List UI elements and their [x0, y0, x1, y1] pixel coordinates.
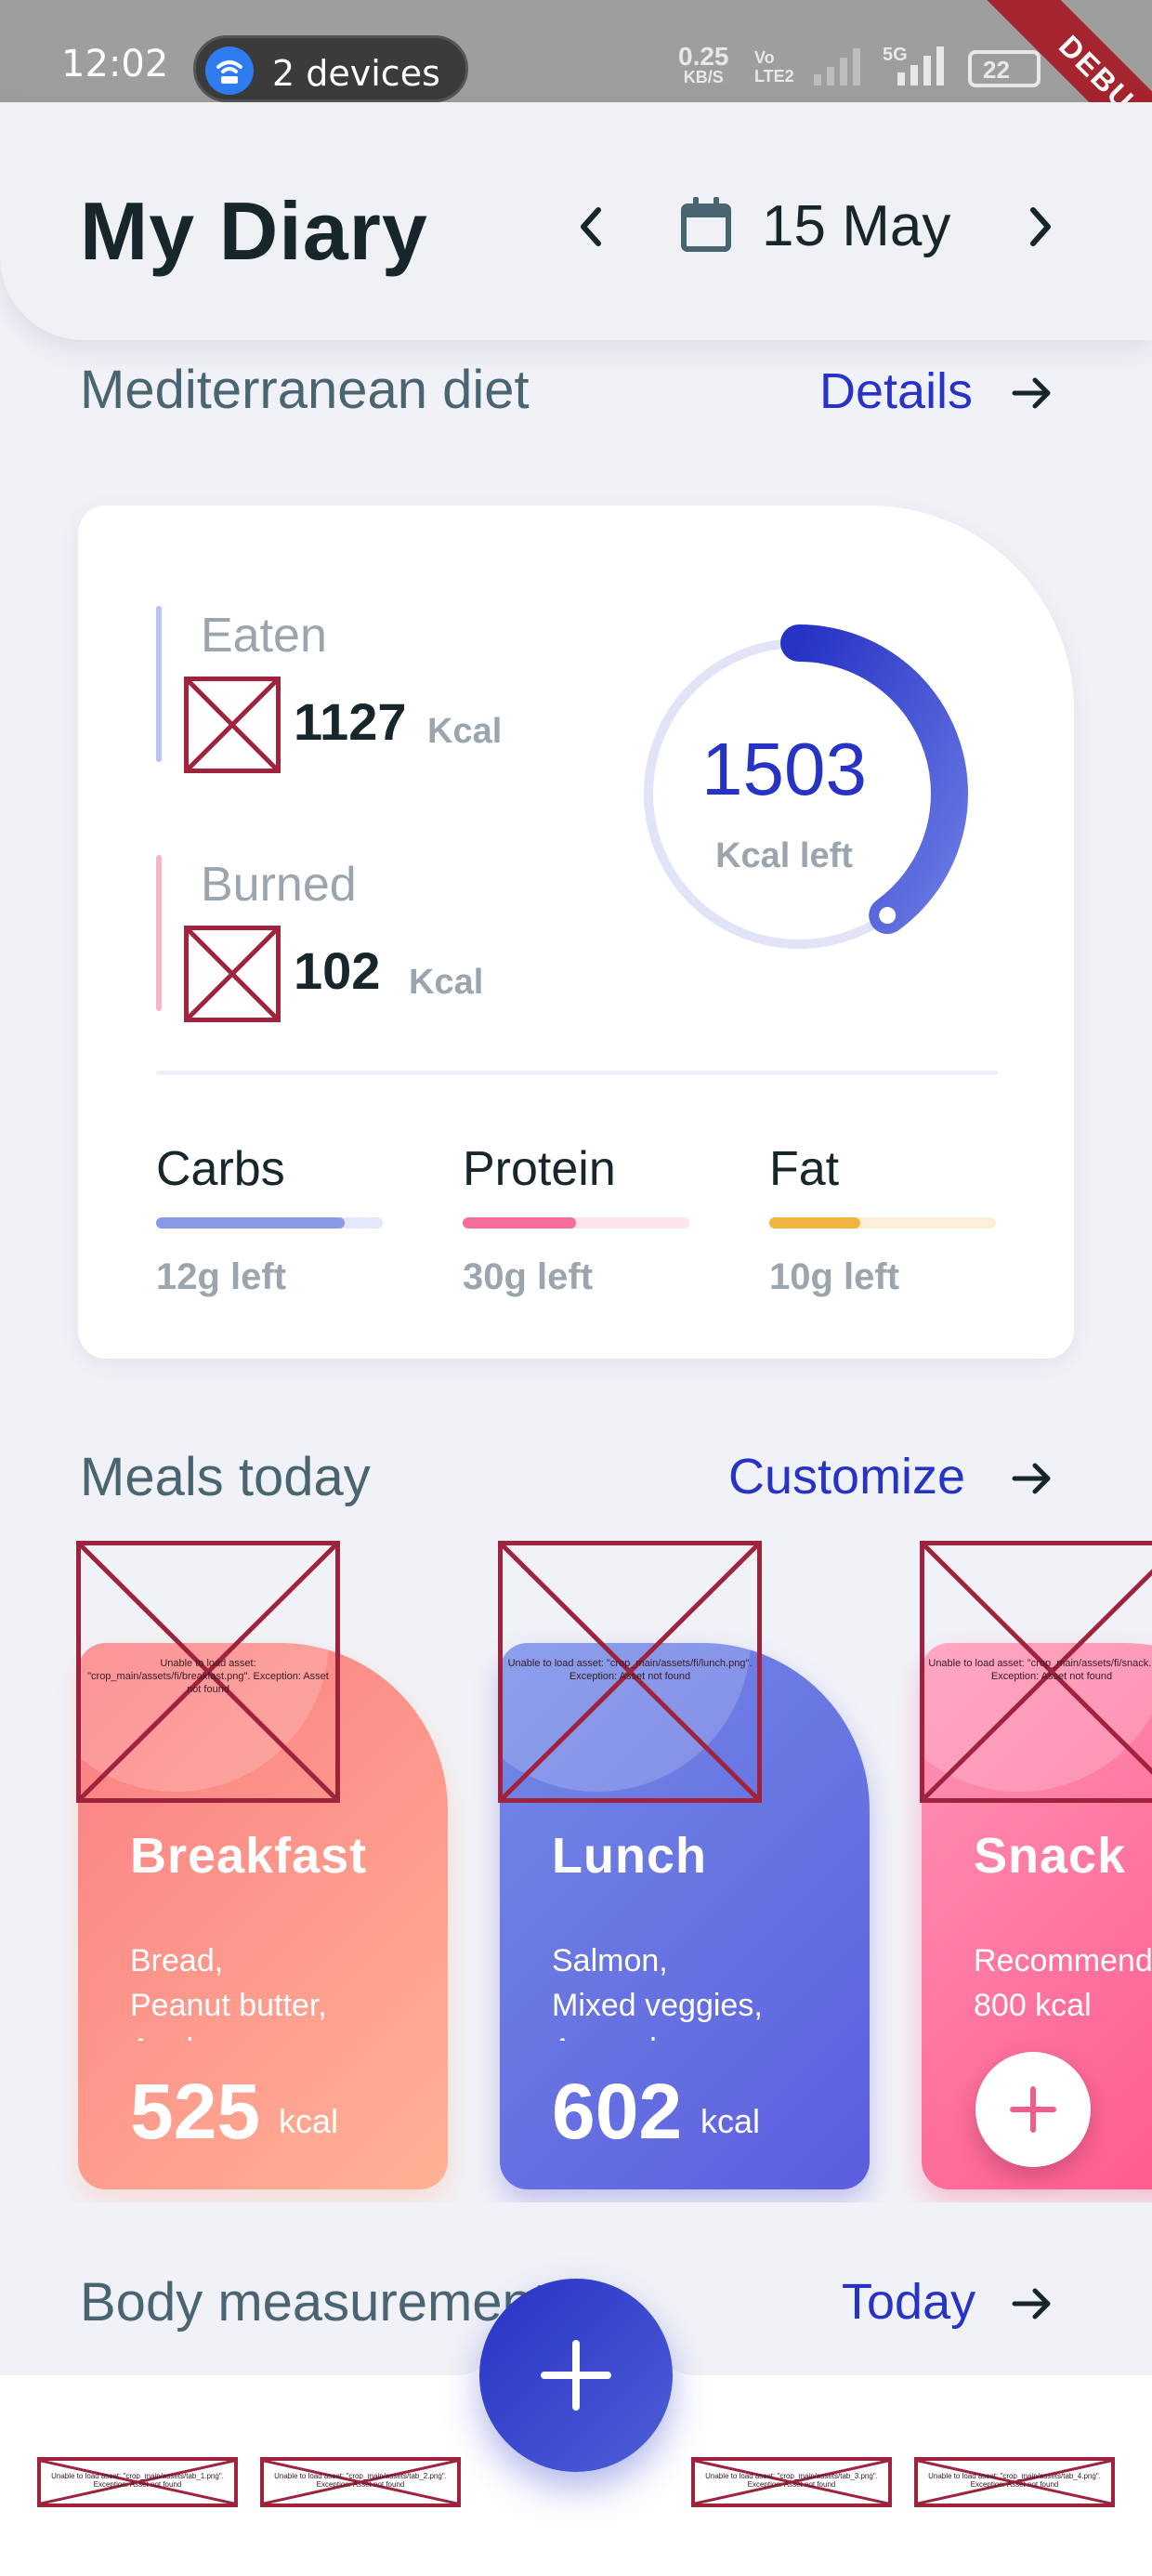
signal-2-icon [897, 46, 944, 85]
eaten-indicator-bar [156, 606, 162, 762]
meal-kcal-unit: kcal [700, 2102, 761, 2140]
macro-carbs-name: Carbs [156, 1142, 285, 1196]
next-date-icon[interactable] [1016, 199, 1063, 255]
nav-tab-4[interactable]: Unable to load asset: "crop_main/assets/… [914, 2457, 1115, 2507]
burned-image-placeholder [184, 926, 281, 1022]
nav-tab-3[interactable]: Unable to load asset: "crop_main/assets/… [691, 2457, 892, 2507]
meal-title: Snack [974, 1828, 1127, 1884]
eaten-image-placeholder [184, 677, 281, 773]
macro-carbs-left: 12g left [156, 1256, 287, 1297]
status-bar: 12:02 2 devices 0.25 KB/S Vo LTE2 5G 22 [0, 0, 1152, 102]
meals-section-title: Meals today [80, 1447, 371, 1507]
kcal-left-value: 1503 [701, 728, 867, 810]
plus-icon [541, 2340, 611, 2411]
eaten-unit: Kcal [427, 712, 503, 751]
wifi-devices-icon [205, 46, 254, 95]
meal-title: Lunch [552, 1828, 707, 1884]
meal-items: Salmon, Mixed veggies, Avocado [552, 1943, 763, 2041]
devices-label: 2 devices [272, 53, 440, 94]
signal-1-icon [814, 48, 860, 85]
burned-indicator-bar [156, 855, 162, 1011]
nav-tab-3-error: Unable to load asset: "crop_main/assets/… [705, 2472, 878, 2489]
meal-items: Recommend: 800 kcal [974, 1943, 1152, 2023]
snack-image-error: Unable to load asset: "crop_main/assets/… [928, 1658, 1152, 1682]
nav-tab-4-error: Unable to load asset: "crop_main/assets/… [928, 2472, 1101, 2489]
calorie-summary-card: Eaten 1127 Kcal Burned 102 Kcal 1503 Kca… [78, 506, 1074, 1359]
today-link[interactable]: Today [842, 2273, 975, 2331]
meal-kcal-unit: kcal [279, 2102, 339, 2140]
details-arrow-icon[interactable] [1009, 370, 1055, 416]
calendar-icon[interactable] [678, 195, 734, 255]
macro-fat-track [769, 1217, 996, 1229]
summary-divider [156, 1071, 998, 1075]
diet-section-title: Mediterranean diet [80, 360, 530, 420]
details-link[interactable]: Details [819, 362, 973, 420]
nav-tab-1-error: Unable to load asset: "crop_main/assets/… [51, 2472, 224, 2489]
kcal-left-label: Kcal left [715, 836, 853, 875]
eaten-label: Eaten [201, 609, 327, 663]
volte-indicator: Vo LTE2 [754, 48, 794, 85]
eaten-value: 1127 [294, 692, 407, 751]
nav-tab-1[interactable]: Unable to load asset: "crop_main/assets/… [37, 2457, 238, 2507]
plus-icon [1010, 2086, 1056, 2133]
battery-icon: 22 [968, 50, 1041, 87]
macro-fat-fill [769, 1217, 860, 1229]
breakfast-image-placeholder: Unable to load asset: "crop_main/assets/… [76, 1541, 340, 1803]
macro-protein-fill [463, 1217, 576, 1229]
lunch-image-placeholder: Unable to load asset: "crop_main/assets/… [498, 1541, 762, 1803]
macro-protein-track [463, 1217, 689, 1229]
today-arrow-icon[interactable] [1009, 2280, 1055, 2327]
network-speed-unit: KB/S [683, 68, 724, 86]
previous-date-icon[interactable] [569, 199, 615, 255]
nav-tab-2-error: Unable to load asset: "crop_main/assets/… [274, 2472, 447, 2489]
macro-carbs-fill [156, 1217, 345, 1229]
add-snack-button[interactable] [975, 2052, 1091, 2167]
network-speed: 0.25 KB/S [678, 44, 729, 87]
breakfast-image-error: Unable to load asset: "crop_main/assets/… [87, 1658, 329, 1695]
macro-carbs-track [156, 1217, 383, 1229]
battery-level: 22 [983, 56, 1010, 84]
snack-image-placeholder: Unable to load asset: "crop_main/assets/… [920, 1541, 1152, 1803]
meal-kcal: 602 [552, 2068, 683, 2155]
macro-protein-name: Protein [463, 1142, 616, 1196]
current-date: 15 May [762, 194, 951, 258]
meal-kcal: 525 [130, 2068, 261, 2155]
customize-arrow-icon[interactable] [1009, 1455, 1055, 1502]
app-header: My Diary 15 May [0, 102, 1152, 340]
macro-fat-left: 10g left [769, 1256, 900, 1297]
macro-fat-name: Fat [769, 1142, 840, 1196]
connected-devices-pill[interactable]: 2 devices [193, 35, 468, 102]
burned-label: Burned [201, 858, 357, 912]
meal-items: Bread, Peanut butter, Apple [130, 1943, 327, 2041]
burned-value: 102 [294, 941, 381, 1000]
customize-link[interactable]: Customize [728, 1448, 965, 1505]
nav-tab-2[interactable]: Unable to load asset: "crop_main/assets/… [260, 2457, 461, 2507]
add-entry-fab[interactable] [479, 2279, 673, 2472]
meal-title: Breakfast [130, 1828, 368, 1884]
lunch-image-error: Unable to load asset: "crop_main/assets/… [507, 1658, 753, 1682]
macro-protein-left: 30g left [463, 1256, 594, 1297]
burned-unit: Kcal [409, 963, 484, 1002]
page-title: My Diary [80, 185, 428, 277]
status-time: 12:02 [61, 43, 169, 85]
